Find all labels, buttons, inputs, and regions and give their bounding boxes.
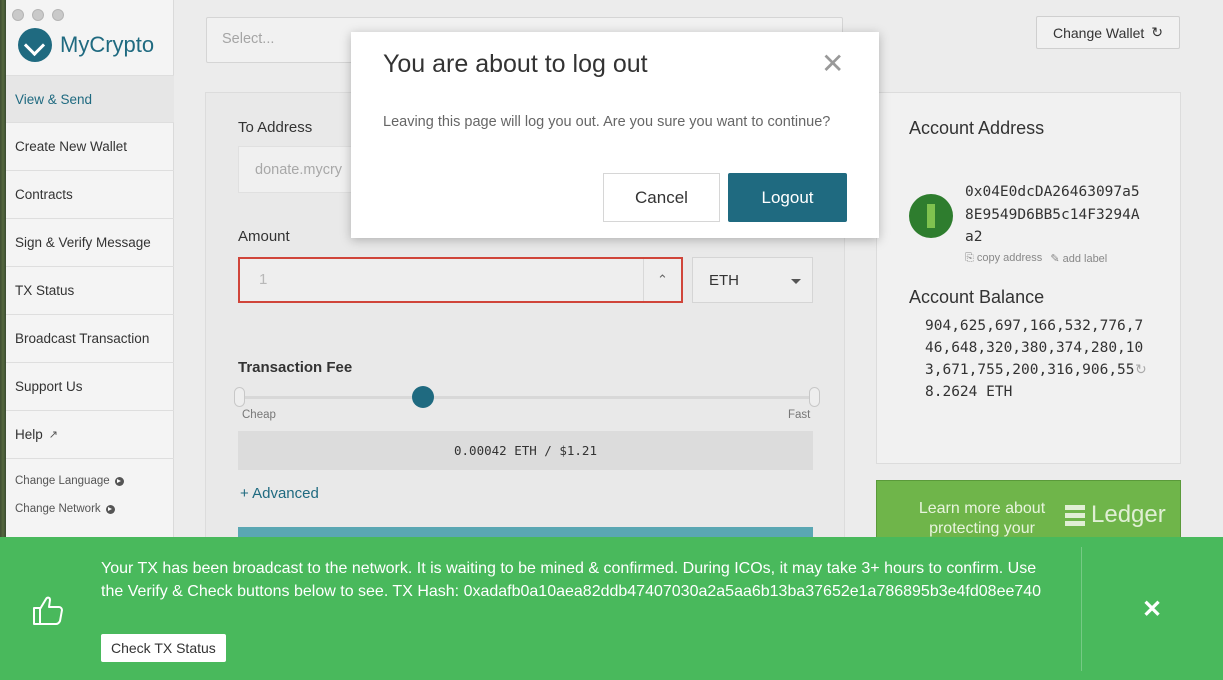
change-language-link[interactable]: Change Language <box>15 475 124 487</box>
sidebar-item-label: Contracts <box>15 187 73 202</box>
notification-message: Your TX has been broadcast to the networ… <box>101 560 1042 600</box>
pencil-icon: ✎ <box>1050 253 1060 265</box>
to-address-input[interactable]: donate.mycry <box>238 146 368 193</box>
copy-address-label: copy address <box>976 252 1043 264</box>
sidebar-item-label: Create New Wallet <box>15 139 128 154</box>
sidebar-item-help[interactable]: Help ↗ <box>6 411 174 459</box>
close-notification-icon[interactable]: ✕ <box>1142 595 1162 624</box>
transaction-fee-label: Transaction Fee <box>238 359 353 376</box>
logout-modal: You are about to log out ✕ Leaving this … <box>351 32 879 238</box>
success-notification: Your TX has been broadcast to the networ… <box>0 537 1223 680</box>
thumbs-up-icon <box>33 596 63 625</box>
sidebar-item-broadcast[interactable]: Broadcast Transaction <box>6 315 174 363</box>
notification-divider <box>1081 547 1082 671</box>
sidebar-nav: View & Send Create New Wallet Contracts … <box>6 75 174 459</box>
refresh-icon: ↻ <box>1151 24 1164 40</box>
minimize-window-button[interactable] <box>32 9 44 21</box>
logo[interactable]: MyCrypto <box>18 28 154 62</box>
ledger-logo-icon <box>1065 504 1085 526</box>
copy-address-link[interactable]: ⎘ copy address <box>965 252 1042 265</box>
sidebar-item-label: Support Us <box>15 379 83 394</box>
check-tx-status-label: Check TX Status <box>111 640 216 656</box>
sidebar-item-contracts[interactable]: Contracts <box>6 171 174 219</box>
amount-label: Amount <box>238 228 290 245</box>
to-address-placeholder: donate.mycry <box>255 162 343 178</box>
logout-button[interactable]: Logout <box>728 173 847 222</box>
close-window-button[interactable] <box>12 9 24 21</box>
external-link-icon: ↗ <box>48 429 58 441</box>
sidebar-item-tx-status[interactable]: TX Status <box>6 267 174 315</box>
ad-brand: Ledger <box>1065 501 1166 529</box>
unit-select[interactable]: ETH <box>692 257 813 303</box>
change-network-label: Change Network <box>15 503 101 515</box>
sidebar-item-label: Sign & Verify Message <box>15 235 151 250</box>
fee-slider-max-handle <box>809 387 820 407</box>
sidebar-item-label: Help <box>15 427 43 442</box>
add-label-link[interactable]: ✎ add label <box>1050 252 1107 265</box>
slider-min-label: Cheap <box>242 409 276 421</box>
unit-value: ETH <box>709 272 739 289</box>
add-label-label: add label <box>1062 253 1108 265</box>
zoom-window-button[interactable] <box>52 9 64 21</box>
identicon <box>909 194 953 238</box>
account-balance-title: Account Balance <box>909 287 1045 307</box>
sidebar-item-label: Broadcast Transaction <box>15 331 150 346</box>
modal-body: Leaving this page will log you out. Are … <box>383 114 831 130</box>
amount-input[interactable]: 1 ⌃ <box>238 257 683 303</box>
chevron-down-icon <box>791 279 801 284</box>
arrow-circle-icon <box>114 476 124 486</box>
sidebar-item-label: View & Send <box>15 91 93 107</box>
account-card: Account Address 0x04E0dcDA26463097a58E95… <box>876 92 1181 464</box>
to-address-label: To Address <box>238 119 313 136</box>
account-address-title: Account Address <box>909 118 1045 138</box>
ad-text: Learn more about protecting your <box>918 500 1046 537</box>
refresh-balance-icon[interactable]: ↻ <box>1135 361 1147 378</box>
change-wallet-button[interactable]: Change Wallet ↻ <box>1036 16 1180 49</box>
select-placeholder: Select... <box>222 31 275 47</box>
cancel-label: Cancel <box>635 187 688 207</box>
advanced-toggle[interactable]: + Advanced <box>240 485 319 502</box>
address-actions: ⎘ copy address ✎ add label <box>965 252 1107 265</box>
fee-slider-track[interactable] <box>240 396 816 399</box>
close-icon[interactable]: ✕ <box>821 50 844 78</box>
cancel-button[interactable]: Cancel <box>603 173 720 222</box>
sidebar-item-sign-verify[interactable]: Sign & Verify Message <box>6 219 174 267</box>
sidebar-item-create-wallet[interactable]: Create New Wallet <box>6 123 174 171</box>
arrow-circle-icon <box>105 504 115 514</box>
change-network-link[interactable]: Change Network <box>15 503 115 515</box>
logo-text: MyCrypto <box>60 32 155 57</box>
sidebar-item-view-send[interactable]: View & Send <box>6 75 174 123</box>
send-everything-button[interactable]: ⌃ <box>643 259 681 301</box>
sidebar-item-support[interactable]: Support Us <box>6 363 174 411</box>
account-balance: 904,625,697,166,532,776,746,648,320,380,… <box>925 318 1144 400</box>
fee-display: 0.00042 ETH / $1.21 <box>238 431 813 470</box>
fee-slider-knob[interactable] <box>412 386 434 408</box>
ad-brand-label: Ledger <box>1091 501 1166 528</box>
fee-slider-min-handle <box>234 387 245 407</box>
double-chevron-up-icon: ⌃ <box>657 272 668 287</box>
amount-value: 1 <box>259 271 268 288</box>
slider-max-label: Fast <box>788 409 811 421</box>
change-wallet-label: Change Wallet <box>1052 24 1145 41</box>
sidebar-item-label: TX Status <box>15 283 75 298</box>
mycrypto-logo-icon <box>18 28 52 62</box>
account-address: 0x04E0dcDA26463097a58E9549D6BB5c14F3294A… <box>965 184 1140 245</box>
logout-label: Logout <box>761 187 814 207</box>
copy-icon: ⎘ <box>965 252 974 264</box>
check-tx-status-button[interactable]: Check TX Status <box>101 634 226 662</box>
change-language-label: Change Language <box>15 475 110 487</box>
window-controls <box>12 9 64 21</box>
modal-title: You are about to log out <box>383 50 648 78</box>
